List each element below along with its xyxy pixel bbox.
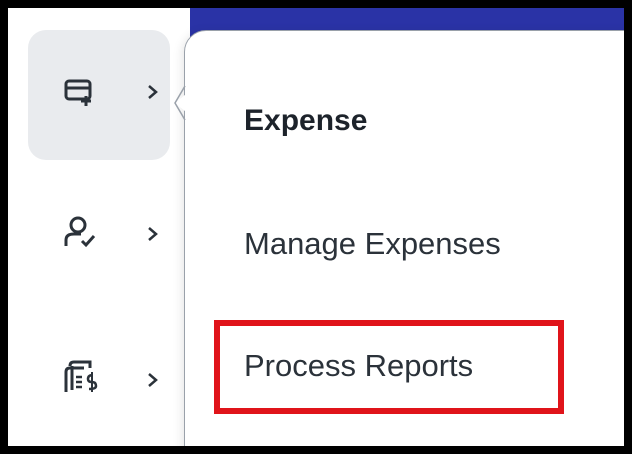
menu-item-manage-expenses[interactable]: Manage Expenses [244, 226, 501, 262]
user-check-icon[interactable] [62, 214, 98, 250]
flyout-pointer [174, 86, 196, 120]
highlight-box [214, 320, 564, 414]
expense-card-add-icon[interactable] [62, 74, 98, 110]
screenshot-frame: Expense Manage Expenses Process Reports [8, 8, 624, 446]
chevron-right-icon[interactable] [144, 369, 162, 391]
flyout-heading: Expense [244, 104, 368, 137]
receipt-dollar-icon[interactable] [62, 358, 98, 394]
chevron-right-icon[interactable] [144, 81, 162, 103]
chevron-right-icon[interactable] [144, 223, 162, 245]
